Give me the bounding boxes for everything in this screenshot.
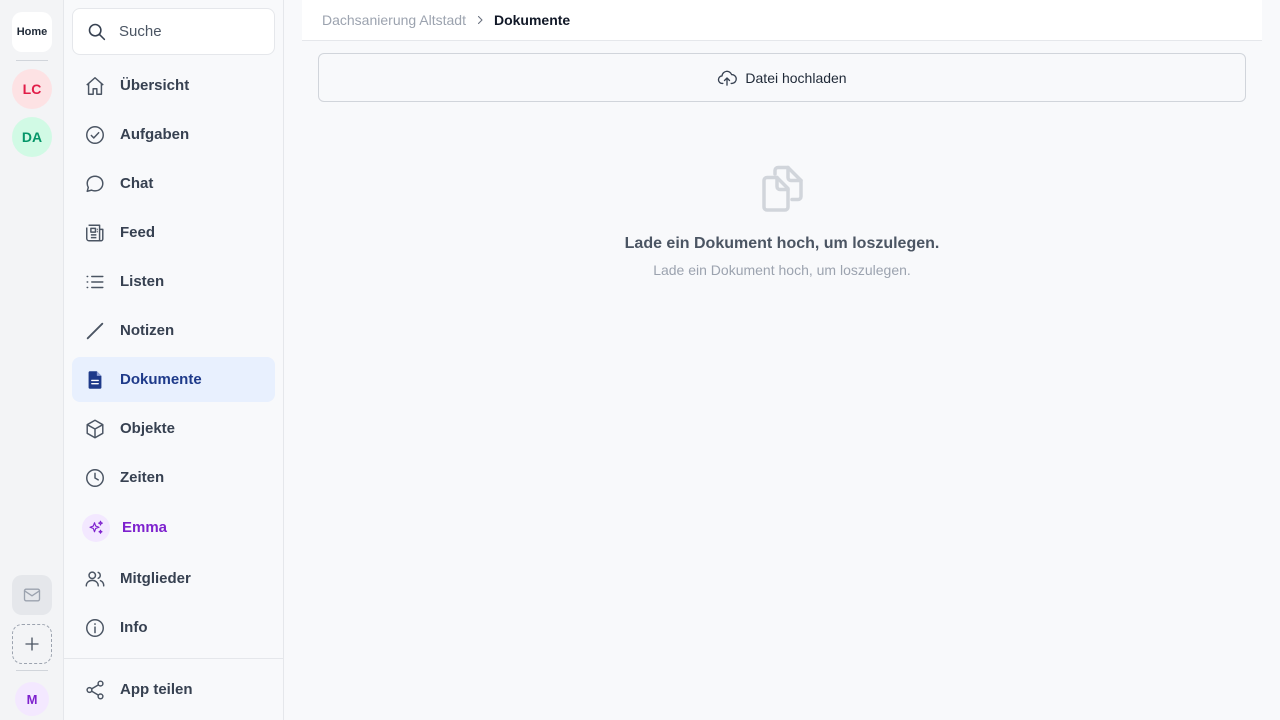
home-label: Home xyxy=(16,26,48,38)
newspaper-icon xyxy=(86,223,104,242)
sidebar-item-label: Übersicht xyxy=(120,77,190,94)
sidebar-item-label: Chat xyxy=(120,175,154,192)
share-app-button[interactable]: App teilen xyxy=(72,667,275,712)
list-icon xyxy=(86,275,104,288)
mail-button[interactable] xyxy=(12,575,52,615)
breadcrumb-parent-link[interactable]: Dachsanierung Altstadt xyxy=(322,12,466,28)
empty-state-title: Lade ein Dokument hoch, um loszulegen. xyxy=(624,235,940,252)
mail-icon xyxy=(23,588,41,602)
sidebar-item-zeiten[interactable]: Zeiten xyxy=(72,455,275,500)
sidebar-item-emma[interactable]: Emma xyxy=(72,505,275,550)
sidebar-item-label: Feed xyxy=(120,224,156,241)
users-icon xyxy=(85,570,105,587)
home-button[interactable]: Home xyxy=(12,12,52,52)
sidebar-item-uebersicht[interactable]: Übersicht xyxy=(72,63,275,108)
chevron-right-icon xyxy=(474,14,486,26)
emma-avatar xyxy=(82,513,110,542)
cloud-upload-icon xyxy=(718,70,738,86)
sidebar-item-info[interactable]: Info xyxy=(72,605,275,650)
rail-divider xyxy=(16,60,48,61)
upload-file-button[interactable]: Datei hochladen xyxy=(318,53,1246,102)
info-icon xyxy=(86,618,104,637)
sidebar-item-aufgaben[interactable]: Aufgaben xyxy=(72,112,275,157)
sidebar-item-label: Aufgaben xyxy=(120,126,190,143)
sidebar-divider xyxy=(64,658,283,659)
sidebar-item-label: Info xyxy=(120,619,148,636)
add-workspace-button[interactable] xyxy=(12,624,52,664)
breadcrumb-current: Dokumente xyxy=(493,12,571,28)
sidebar-item-label: Emma xyxy=(122,519,168,536)
search-input[interactable] xyxy=(119,23,269,40)
sidebar-item-label: Mitglieder xyxy=(120,570,191,587)
sidebar-item-chat[interactable]: Chat xyxy=(72,161,275,206)
empty-state-subtitle: Lade ein Dokument hoch, um loszulegen. xyxy=(653,262,911,278)
chat-bubble-icon xyxy=(86,174,104,192)
sparkles-icon xyxy=(89,520,103,534)
sidebar-item-label: Zeiten xyxy=(120,469,165,486)
upload-file-label: Datei hochladen xyxy=(745,69,847,86)
user-initials: M xyxy=(26,691,38,707)
sidebar: Übersicht Aufgaben Chat Feed Listen Noti… xyxy=(64,0,284,720)
pencil-icon xyxy=(86,322,104,339)
workspace-initials: DA xyxy=(21,129,43,145)
workspace-rail: Home LC DA M xyxy=(0,0,64,720)
search-icon xyxy=(88,23,106,41)
sidebar-item-label: Dokumente xyxy=(120,371,202,388)
search-box[interactable] xyxy=(72,8,275,55)
sidebar-item-dokumente[interactable]: Dokumente xyxy=(72,357,275,402)
workspace-avatar-da[interactable]: DA xyxy=(12,117,52,157)
documents-icon xyxy=(762,165,803,212)
sidebar-item-listen[interactable]: Listen xyxy=(72,259,275,304)
sidebar-item-label: Listen xyxy=(120,273,165,290)
workspace-initials: LC xyxy=(22,81,42,97)
document-icon xyxy=(88,370,102,389)
main-content: Dachsanierung Altstadt Dokumente Datei h… xyxy=(302,0,1262,720)
sidebar-item-feed[interactable]: Feed xyxy=(72,210,275,255)
cube-icon xyxy=(86,419,104,438)
rail-divider xyxy=(16,670,48,671)
sidebar-item-label: Notizen xyxy=(120,322,175,339)
check-circle-icon xyxy=(86,125,104,144)
clock-icon xyxy=(86,468,104,487)
sidebar-item-objekte[interactable]: Objekte xyxy=(72,406,275,451)
user-avatar[interactable]: M xyxy=(15,682,49,716)
home-icon xyxy=(86,76,104,95)
share-app-label: App teilen xyxy=(120,681,193,698)
workspace-avatar-lc[interactable]: LC xyxy=(12,69,52,109)
sidebar-item-mitglieder[interactable]: Mitglieder xyxy=(72,556,275,601)
breadcrumb: Dachsanierung Altstadt Dokumente xyxy=(302,0,1262,41)
sidebar-item-label: Objekte xyxy=(120,420,176,437)
plus-icon xyxy=(25,637,39,651)
sidebar-item-notizen[interactable]: Notizen xyxy=(72,308,275,353)
share-icon xyxy=(86,679,104,700)
